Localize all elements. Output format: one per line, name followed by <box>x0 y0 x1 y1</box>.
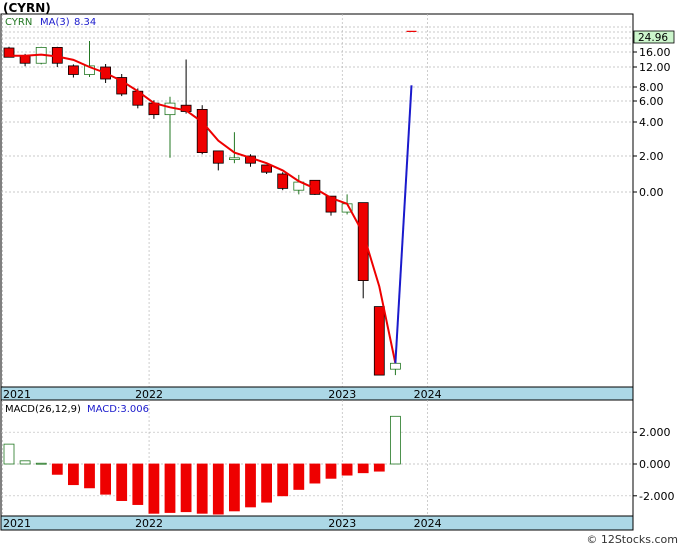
price-x-axis-band <box>0 386 634 401</box>
macd-bar <box>261 463 273 503</box>
price-panel-frame <box>0 13 634 401</box>
candle-body <box>19 55 31 64</box>
price-x-tick-label: 2021 <box>3 388 31 401</box>
macd-x-tick-label: 2024 <box>414 517 442 530</box>
macd-bar <box>212 463 224 515</box>
macd-bar <box>3 443 15 465</box>
candle <box>196 105 208 155</box>
price-x-tick-label: 2022 <box>135 388 163 401</box>
macd-legend-value: MACD:3.006 <box>87 404 149 415</box>
price-x-tick-label: 2024 <box>414 388 442 401</box>
legend-ma-label: MA(3) <box>40 17 70 28</box>
macd-x-tick-label: 2022 <box>135 517 163 530</box>
macd-bar <box>148 463 160 514</box>
macd-y-tick-label: 2.000 <box>639 426 671 439</box>
last-price-tag: 24.96 <box>633 30 675 44</box>
macd-bar <box>132 463 144 505</box>
candle-body <box>228 157 240 161</box>
macd-bar <box>245 463 256 508</box>
macd-bar <box>19 460 31 465</box>
candle <box>373 306 385 376</box>
candle-body <box>373 306 385 376</box>
macd-bar <box>373 463 385 472</box>
chart-canvas: (CYRN) © 12Stocks.com 16.00 12.00 8.006.00… <box>0 1 678 546</box>
price-y-tick-label: 16.00 <box>639 46 671 59</box>
price-y-tick-label: 8.00 <box>639 81 664 94</box>
macd-bar <box>277 463 289 497</box>
macd-legend: MACD(26,12,9) MACD:3.006 <box>5 404 149 415</box>
last-price-tag-value: 24.96 <box>638 32 668 44</box>
legend-symbol: CYRN <box>5 17 32 28</box>
price-y-tick-label: 4.00 <box>639 116 664 129</box>
macd-bar <box>164 463 176 513</box>
price-y-tick-label: 0.00 <box>639 186 664 199</box>
legend-ma-value: 8.34 <box>74 17 96 28</box>
macd-bar <box>116 463 128 501</box>
price-y-tick-label: 6.00 <box>639 95 664 108</box>
macd-bar <box>341 463 353 476</box>
price-y-tick-label: 2.00 <box>639 150 664 163</box>
macd-bar <box>35 462 47 465</box>
price-y-axis: 16.00 12.00 8.006.00 4.00 2.00 0.00 <box>633 46 671 199</box>
candle-body <box>68 65 79 75</box>
price-legend: CYRN MA(3) 8.34 <box>5 17 96 28</box>
price-y-tick-label: 12.00 <box>639 61 671 74</box>
macd-x-tick-label: 2023 <box>328 517 356 530</box>
macd-bar <box>325 463 337 479</box>
macd-legend-label: MACD(26,12,9) <box>5 404 81 415</box>
macd-x-axis-band <box>0 515 634 531</box>
macd-bar <box>293 463 305 490</box>
macd-y-axis: 2.000 0.000 -2.000 <box>633 426 674 503</box>
macd-x-tick-label: 2021 <box>3 517 31 530</box>
price-x-tick-label: 2023 <box>328 388 356 401</box>
macd-bar <box>357 463 369 474</box>
candle-body <box>389 362 401 370</box>
macd-bar <box>51 463 63 475</box>
candle <box>277 172 289 191</box>
macd-y-tick-label: 0.000 <box>639 458 671 471</box>
candle-body <box>277 173 289 189</box>
ticker-label: (CYRN) <box>3 1 51 15</box>
macd-bar <box>68 463 79 486</box>
macd-bar <box>389 415 401 465</box>
macd-bar <box>84 463 95 489</box>
candle-body <box>212 150 224 164</box>
candle-body <box>196 109 208 154</box>
watermark: © 12Stocks.com <box>586 533 678 546</box>
candle <box>116 74 128 97</box>
macd-y-tick-label: -2.000 <box>639 490 674 503</box>
stock-chart-panel: (CYRN) © 12Stocks.com 16.00 12.00 8.00 6.00… <box>0 0 680 546</box>
macd-bar <box>228 463 240 512</box>
macd-bar <box>309 463 321 484</box>
macd-bar <box>196 463 208 514</box>
candle-body <box>261 164 273 173</box>
macd-bar <box>100 463 111 495</box>
macd-bar <box>180 463 192 513</box>
